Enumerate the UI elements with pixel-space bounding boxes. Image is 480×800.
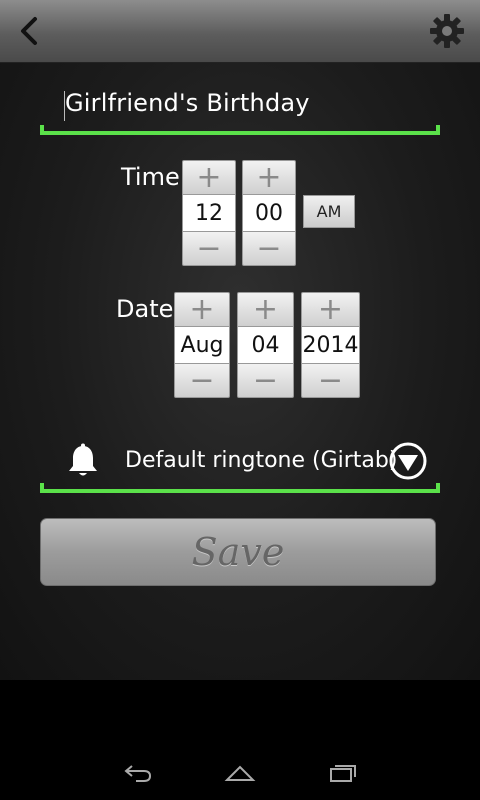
bell-icon — [69, 443, 97, 476]
back-button[interactable] — [12, 13, 48, 49]
day-value[interactable]: 04 — [237, 327, 294, 363]
gear-icon — [430, 14, 464, 48]
hour-decrement-button[interactable]: − — [182, 231, 236, 266]
hour-increment-button[interactable]: + — [182, 160, 236, 195]
title-input-value[interactable]: Girlfriend's Birthday — [65, 89, 310, 117]
minute-spinner: + 00 − — [242, 160, 296, 266]
month-value[interactable]: Aug — [174, 327, 230, 363]
title-field[interactable]: Girlfriend's Birthday — [40, 85, 440, 135]
year-decrement-button[interactable]: − — [301, 363, 360, 398]
settings-button[interactable] — [428, 12, 466, 50]
minute-value[interactable]: 00 — [242, 195, 296, 231]
day-spinner: + 04 − — [237, 292, 294, 398]
year-increment-button[interactable]: + — [301, 292, 360, 327]
save-button-label: Save — [191, 530, 285, 574]
hour-spinner: + 12 − — [182, 160, 236, 266]
chevron-left-icon — [21, 17, 37, 45]
ampm-toggle-button[interactable]: AM — [303, 195, 355, 228]
title-field-underline — [40, 125, 440, 135]
action-bar — [0, 0, 480, 63]
save-button[interactable]: Save — [40, 518, 436, 586]
reminder-editor: Girlfriend's Birthday Time + 12 − + 00 −… — [0, 63, 480, 680]
date-label: Date — [116, 295, 174, 323]
time-label: Time — [121, 163, 180, 191]
ringtone-field[interactable]: Default ringtone (Girtab) — [40, 437, 440, 493]
day-increment-button[interactable]: + — [237, 292, 294, 327]
hour-value[interactable]: 12 — [182, 195, 236, 231]
year-value[interactable]: 2014 — [301, 327, 360, 363]
year-spinner: + 2014 − — [301, 292, 360, 398]
month-decrement-button[interactable]: − — [174, 363, 230, 398]
ringtone-field-underline — [40, 483, 440, 493]
system-navigation-bar — [0, 745, 480, 800]
minute-decrement-button[interactable]: − — [242, 231, 296, 266]
ringtone-value[interactable]: Default ringtone (Girtab) — [125, 448, 415, 473]
day-decrement-button[interactable]: − — [237, 363, 294, 398]
dropdown-arrow-icon[interactable] — [388, 441, 428, 481]
minute-increment-button[interactable]: + — [242, 160, 296, 195]
nav-back-icon[interactable] — [122, 763, 154, 783]
nav-recents-icon[interactable] — [328, 763, 358, 783]
nav-home-icon[interactable] — [224, 763, 256, 783]
month-spinner: + Aug − — [174, 292, 230, 398]
month-increment-button[interactable]: + — [174, 292, 230, 327]
